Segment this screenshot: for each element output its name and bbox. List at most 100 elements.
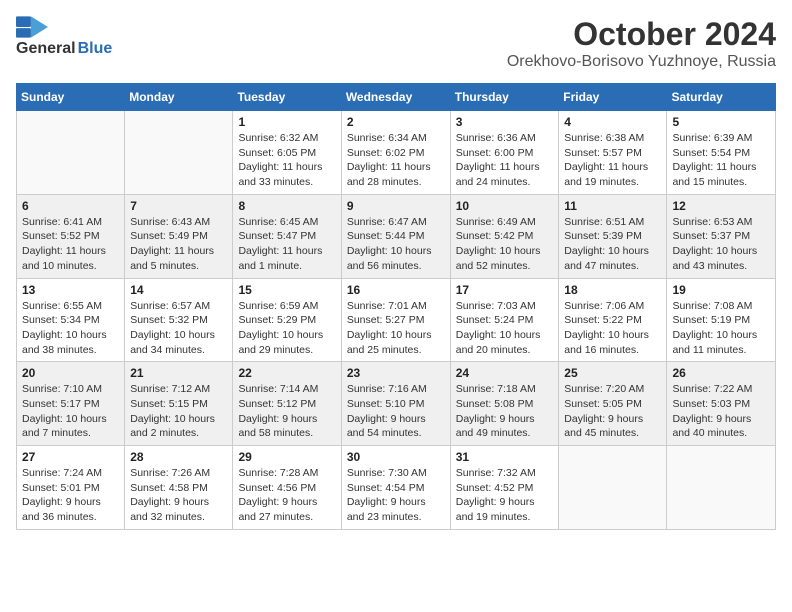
day-info: Sunrise: 6:49 AMSunset: 5:42 PMDaylight:… <box>456 215 554 274</box>
calendar-cell: 1 Sunrise: 6:32 AMSunset: 6:05 PMDaylight… <box>233 111 341 195</box>
day-info: Sunrise: 7:28 AMSunset: 4:56 PMDaylight:… <box>238 466 335 525</box>
day-number: 4 <box>564 115 661 129</box>
calendar-cell: 25Sunrise: 7:20 AMSunset: 5:05 PMDayligh… <box>559 362 667 446</box>
day-info: Sunrise: 6:51 AMSunset: 5:39 PMDaylight:… <box>564 215 661 274</box>
calendar-cell <box>17 111 125 195</box>
calendar-cell: 4 Sunrise: 6:38 AMSunset: 5:57 PMDaylight… <box>559 111 667 195</box>
location-title: Orekhovo-Borisovo Yuzhnoye, Russia <box>507 53 776 71</box>
calendar-week-row: 6 Sunrise: 6:41 AMSunset: 5:52 PMDaylight… <box>17 194 776 278</box>
day-info: Sunrise: 7:10 AMSunset: 5:17 PMDaylight:… <box>22 382 119 441</box>
day-number: 3 <box>456 115 554 129</box>
calendar-cell: 12 Sunrise: 6:53 AMSunset: 5:37 PMDayligh… <box>667 194 776 278</box>
calendar-cell: 6 Sunrise: 6:41 AMSunset: 5:52 PMDaylight… <box>17 194 125 278</box>
calendar-header-friday: Friday <box>559 84 667 111</box>
calendar-cell: 15 Sunrise: 6:59 AMSunset: 5:29 PMDayligh… <box>233 278 341 362</box>
page-header: General Blue October 2024 Orekhovo-Boris… <box>16 16 776 71</box>
calendar-cell: 11 Sunrise: 6:51 AMSunset: 5:39 PMDayligh… <box>559 194 667 278</box>
day-info: Sunrise: 7:01 AMSunset: 5:27 PMDaylight:… <box>347 299 445 358</box>
day-info: Sunrise: 6:34 AMSunset: 6:02 PMDaylight:… <box>347 131 445 190</box>
day-info: Sunrise: 7:24 AMSunset: 5:01 PMDaylight:… <box>22 466 119 525</box>
day-info: Sunrise: 7:06 AMSunset: 5:22 PMDaylight:… <box>564 299 661 358</box>
day-info: Sunrise: 7:12 AMSunset: 5:15 PMDaylight:… <box>130 382 227 441</box>
calendar-cell <box>559 446 667 530</box>
day-info: Sunrise: 6:39 AMSunset: 5:54 PMDaylight:… <box>672 131 770 190</box>
logo-blue-text: Blue <box>78 40 113 58</box>
day-info: Sunrise: 6:43 AMSunset: 5:49 PMDaylight:… <box>130 215 227 274</box>
calendar-cell: 2Sunrise: 6:34 AMSunset: 6:02 PMDaylight… <box>341 111 450 195</box>
day-number: 30 <box>347 450 445 464</box>
day-info: Sunrise: 7:16 AMSunset: 5:10 PMDaylight:… <box>347 382 445 441</box>
calendar-cell: 9Sunrise: 6:47 AMSunset: 5:44 PMDaylight… <box>341 194 450 278</box>
logo-svg <box>16 16 48 38</box>
day-info: Sunrise: 6:32 AMSunset: 6:05 PMDaylight:… <box>238 131 335 190</box>
calendar-week-row: 13 Sunrise: 6:55 AMSunset: 5:34 PMDayligh… <box>17 278 776 362</box>
calendar-header-monday: Monday <box>125 84 233 111</box>
day-number: 11 <box>564 199 661 213</box>
calendar-week-row: 20Sunrise: 7:10 AMSunset: 5:17 PMDayligh… <box>17 362 776 446</box>
calendar-week-row: 27Sunrise: 7:24 AMSunset: 5:01 PMDayligh… <box>17 446 776 530</box>
calendar-cell: 8Sunrise: 6:45 AMSunset: 5:47 PMDaylight… <box>233 194 341 278</box>
calendar-cell: 10 Sunrise: 6:49 AMSunset: 5:42 PMDayligh… <box>450 194 559 278</box>
day-number: 28 <box>130 450 227 464</box>
day-info: Sunrise: 7:03 AMSunset: 5:24 PMDaylight:… <box>456 299 554 358</box>
title-section: October 2024 Orekhovo-Borisovo Yuzhnoye,… <box>507 16 776 71</box>
calendar-cell: 18 Sunrise: 7:06 AMSunset: 5:22 PMDayligh… <box>559 278 667 362</box>
month-title: October 2024 <box>507 16 776 53</box>
day-info: Sunrise: 6:36 AMSunset: 6:00 PMDaylight:… <box>456 131 554 190</box>
day-info: Sunrise: 7:08 AMSunset: 5:19 PMDaylight:… <box>672 299 770 358</box>
calendar-cell: 3 Sunrise: 6:36 AMSunset: 6:00 PMDaylight… <box>450 111 559 195</box>
day-number: 19 <box>672 283 770 297</box>
day-number: 13 <box>22 283 119 297</box>
day-number: 17 <box>456 283 554 297</box>
day-number: 8 <box>238 199 335 213</box>
calendar-cell: 14 Sunrise: 6:57 AMSunset: 5:32 PMDayligh… <box>125 278 233 362</box>
calendar-cell: 13 Sunrise: 6:55 AMSunset: 5:34 PMDayligh… <box>17 278 125 362</box>
day-number: 6 <box>22 199 119 213</box>
day-number: 14 <box>130 283 227 297</box>
day-info: Sunrise: 6:55 AMSunset: 5:34 PMDaylight:… <box>22 299 119 358</box>
calendar-cell <box>125 111 233 195</box>
day-info: Sunrise: 7:20 AMSunset: 5:05 PMDaylight:… <box>564 382 661 441</box>
day-number: 15 <box>238 283 335 297</box>
day-info: Sunrise: 7:22 AMSunset: 5:03 PMDaylight:… <box>672 382 770 441</box>
calendar-header-sunday: Sunday <box>17 84 125 111</box>
calendar-cell: 24Sunrise: 7:18 AMSunset: 5:08 PMDayligh… <box>450 362 559 446</box>
day-info: Sunrise: 7:30 AMSunset: 4:54 PMDaylight:… <box>347 466 445 525</box>
calendar-cell: 30 Sunrise: 7:30 AMSunset: 4:54 PMDayligh… <box>341 446 450 530</box>
calendar-cell: 17 Sunrise: 7:03 AMSunset: 5:24 PMDayligh… <box>450 278 559 362</box>
calendar-header-row: SundayMondayTuesdayWednesdayThursdayFrid… <box>17 84 776 111</box>
calendar-cell <box>667 446 776 530</box>
calendar-cell: 20Sunrise: 7:10 AMSunset: 5:17 PMDayligh… <box>17 362 125 446</box>
calendar-header-wednesday: Wednesday <box>341 84 450 111</box>
calendar-header-thursday: Thursday <box>450 84 559 111</box>
calendar-cell: 27Sunrise: 7:24 AMSunset: 5:01 PMDayligh… <box>17 446 125 530</box>
day-number: 24 <box>456 366 554 380</box>
day-number: 21 <box>130 366 227 380</box>
calendar-cell: 31 Sunrise: 7:32 AMSunset: 4:52 PMDayligh… <box>450 446 559 530</box>
calendar-header-tuesday: Tuesday <box>233 84 341 111</box>
day-info: Sunrise: 6:47 AMSunset: 5:44 PMDaylight:… <box>347 215 445 274</box>
day-info: Sunrise: 7:32 AMSunset: 4:52 PMDaylight:… <box>456 466 554 525</box>
day-number: 10 <box>456 199 554 213</box>
calendar-cell: 26Sunrise: 7:22 AMSunset: 5:03 PMDayligh… <box>667 362 776 446</box>
day-number: 18 <box>564 283 661 297</box>
day-number: 12 <box>672 199 770 213</box>
day-info: Sunrise: 6:57 AMSunset: 5:32 PMDaylight:… <box>130 299 227 358</box>
day-info: Sunrise: 7:14 AMSunset: 5:12 PMDaylight:… <box>238 382 335 441</box>
day-info: Sunrise: 7:26 AMSunset: 4:58 PMDaylight:… <box>130 466 227 525</box>
calendar-cell: 21 Sunrise: 7:12 AMSunset: 5:15 PMDayligh… <box>125 362 233 446</box>
calendar-cell: 19 Sunrise: 7:08 AMSunset: 5:19 PMDayligh… <box>667 278 776 362</box>
day-info: Sunrise: 6:41 AMSunset: 5:52 PMDaylight:… <box>22 215 119 274</box>
day-info: Sunrise: 6:59 AMSunset: 5:29 PMDaylight:… <box>238 299 335 358</box>
day-number: 23 <box>347 366 445 380</box>
calendar-cell: 16 Sunrise: 7:01 AMSunset: 5:27 PMDayligh… <box>341 278 450 362</box>
day-info: Sunrise: 6:38 AMSunset: 5:57 PMDaylight:… <box>564 131 661 190</box>
logo: General Blue <box>16 16 112 58</box>
day-number: 1 <box>238 115 335 129</box>
day-number: 29 <box>238 450 335 464</box>
day-number: 22 <box>238 366 335 380</box>
day-info: Sunrise: 6:53 AMSunset: 5:37 PMDaylight:… <box>672 215 770 274</box>
day-number: 31 <box>456 450 554 464</box>
calendar-cell: 23 Sunrise: 7:16 AMSunset: 5:10 PMDayligh… <box>341 362 450 446</box>
day-number: 16 <box>347 283 445 297</box>
